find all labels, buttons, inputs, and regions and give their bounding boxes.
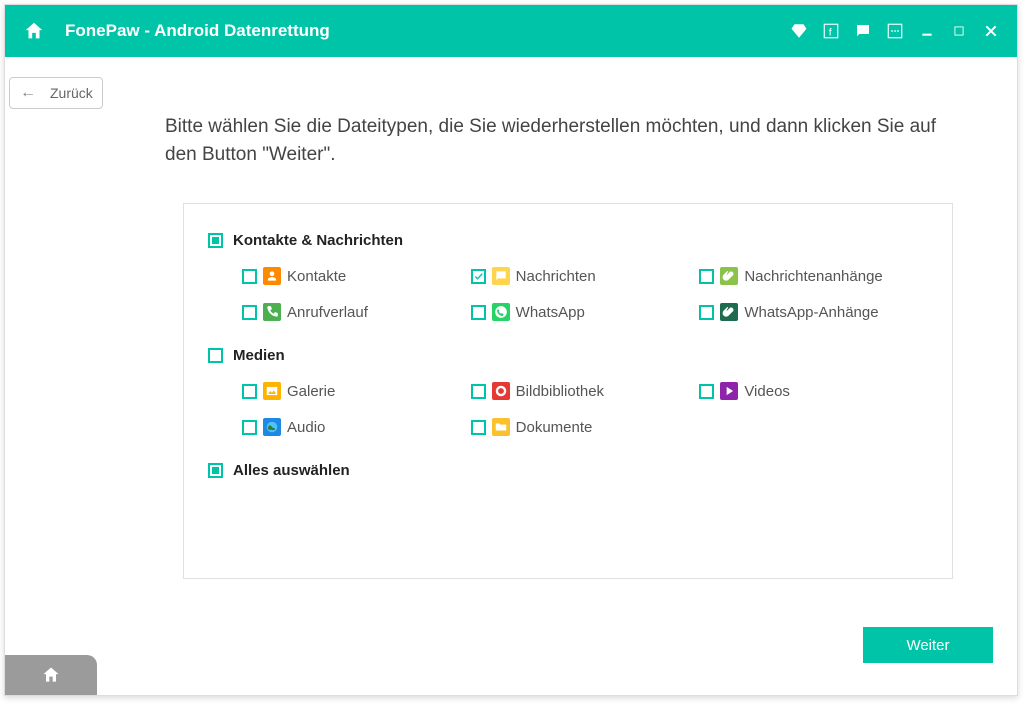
filetype-item-nachrichten[interactable]: Nachrichten [471,267,700,285]
app-title: FonePaw - Android Datenrettung [65,21,330,41]
titlebar: FonePaw - Android Datenrettung f [5,5,1017,57]
back-label: Zurück [50,85,93,101]
checkbox-anhang[interactable] [699,269,714,284]
checkbox-anruf[interactable] [242,305,257,320]
instruction-text: Bitte wählen Sie die Dateitypen, die Sie… [165,113,957,168]
folder-icon [492,418,510,436]
facebook-icon[interactable]: f [817,17,845,45]
checkbox-select-all[interactable] [208,463,223,478]
filetype-item-videos[interactable]: Videos [699,382,928,400]
filetype-item-galerie[interactable]: Galerie [242,382,471,400]
filetype-item-audio[interactable]: Audio [242,418,471,436]
filetype-label: WhatsApp-Anhänge [744,304,878,321]
checkbox-wa_anhang[interactable] [699,305,714,320]
footer-home-button[interactable] [5,655,97,695]
arrow-left-icon: ← [20,84,36,102]
filetype-label: WhatsApp [516,304,585,321]
filetype-item-whatsapp[interactable]: WhatsApp [471,303,700,321]
whatsapp-icon [492,303,510,321]
filetype-item-kontakte[interactable]: Kontakte [242,267,471,285]
section-contacts-label: Kontakte & Nachrichten [233,232,403,249]
diamond-icon[interactable] [785,17,813,45]
filetype-label: Anrufverlauf [287,304,368,321]
message-icon [492,267,510,285]
select-all-label: Alles auswählen [233,462,350,479]
next-label: Weiter [906,637,949,654]
checkbox-bildbib[interactable] [471,384,486,399]
checkbox-whatsapp[interactable] [471,305,486,320]
play-icon [720,382,738,400]
filetype-label: Dokumente [516,419,593,436]
filetype-label: Audio [287,419,325,436]
filetype-item-anhang[interactable]: Nachrichtenanhänge [699,267,928,285]
filetype-label: Bildbibliothek [516,383,604,400]
media-grid: Galerie Bildbibliothek Videos Audio Dokument… [208,382,928,436]
filetype-label: Galerie [287,383,335,400]
checkbox-kontakte[interactable] [242,269,257,284]
checkbox-nachrichten[interactable] [471,269,486,284]
filetype-label: Videos [744,383,790,400]
svg-text:f: f [829,27,832,39]
home-button[interactable] [17,14,51,48]
filetype-item-wa_anhang[interactable]: WhatsApp-Anhänge [699,303,928,321]
checkbox-dokumente[interactable] [471,420,486,435]
section-media-header[interactable]: Medien [208,347,928,364]
globe-icon [263,418,281,436]
library-icon [492,382,510,400]
more-icon[interactable] [881,17,909,45]
checkbox-contacts-section[interactable] [208,233,223,248]
checkbox-videos[interactable] [699,384,714,399]
checkbox-galerie[interactable] [242,384,257,399]
person-icon [263,267,281,285]
phone-icon [263,303,281,321]
checkbox-audio[interactable] [242,420,257,435]
filetype-item-bildbib[interactable]: Bildbibliothek [471,382,700,400]
image-icon [263,382,281,400]
filetype-label: Nachrichten [516,268,596,285]
filetype-item-anruf[interactable]: Anrufverlauf [242,303,471,321]
section-contacts-header[interactable]: Kontakte & Nachrichten [208,232,928,249]
section-media-label: Medien [233,347,285,364]
feedback-icon[interactable] [849,17,877,45]
app-window: FonePaw - Android Datenrettung f ← Zurüc… [4,4,1018,696]
contacts-grid: Kontakte Nachrichten Nachrichtenanhänge Anr… [208,267,928,321]
checkbox-media-section[interactable] [208,348,223,363]
section-select-all[interactable]: Alles auswählen [208,462,928,479]
filetype-item-dokumente[interactable]: Dokumente [471,418,700,436]
minimize-button[interactable] [913,17,941,45]
attach-icon [720,303,738,321]
file-type-panel: Kontakte & Nachrichten Kontakte Nachricht… [183,203,953,579]
filetype-label: Kontakte [287,268,346,285]
attach-icon [720,267,738,285]
filetype-label: Nachrichtenanhänge [744,268,882,285]
maximize-button[interactable] [945,17,973,45]
close-button[interactable] [977,17,1005,45]
back-button[interactable]: ← Zurück [9,77,103,109]
next-button[interactable]: Weiter [863,627,993,663]
